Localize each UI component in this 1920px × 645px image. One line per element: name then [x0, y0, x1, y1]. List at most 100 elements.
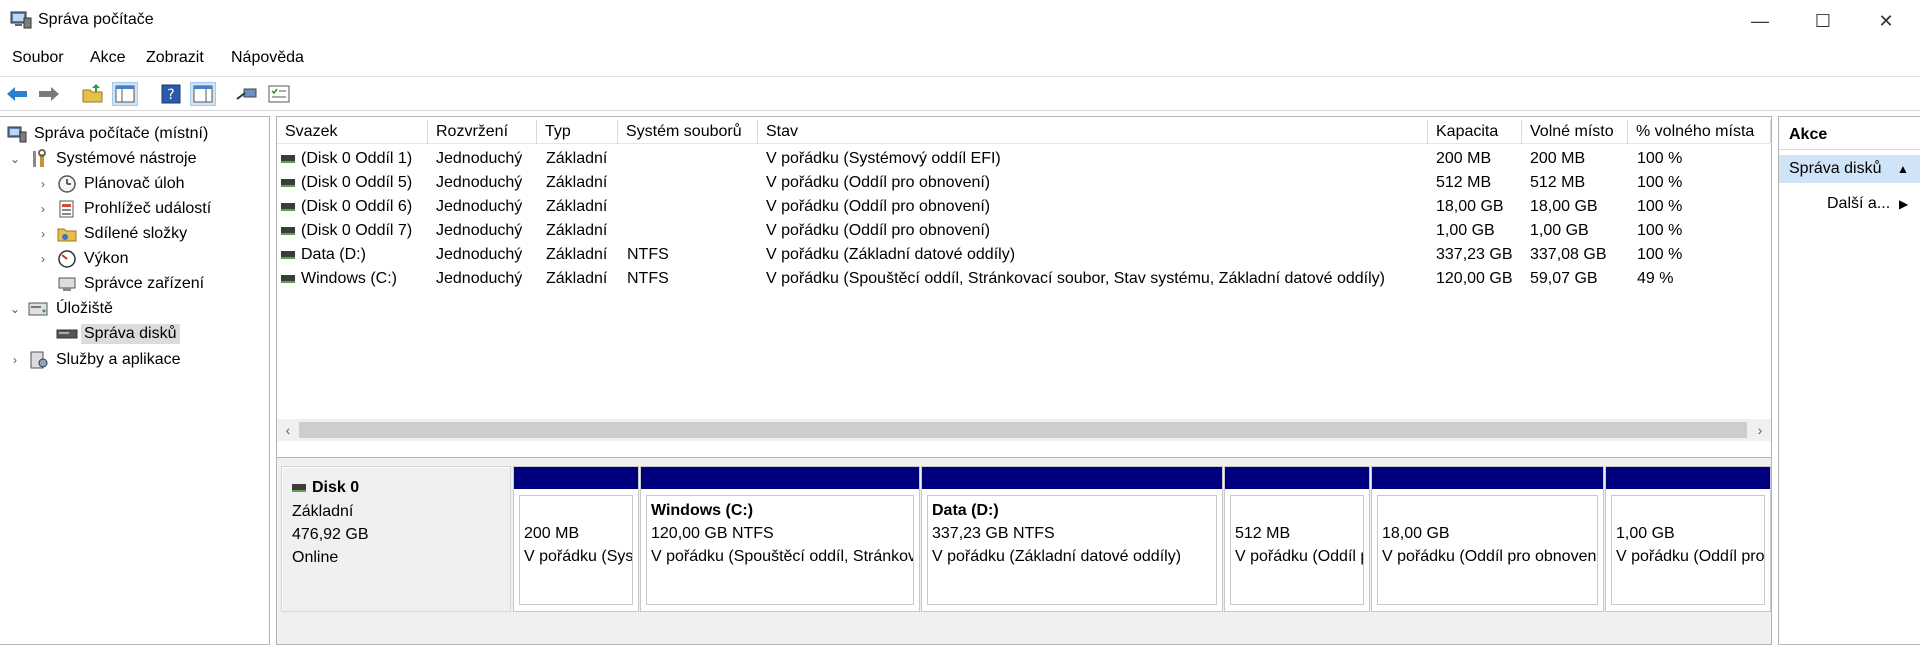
capacity-cell: 1,00 GB [1436, 222, 1495, 239]
free-space-cell: 59,07 GB [1530, 270, 1598, 287]
percent-free-cell: 100 % [1637, 174, 1683, 191]
horizontal-scrollbar[interactable]: ‹ › [277, 419, 1771, 441]
actions-more[interactable]: Další a... ▶ [1779, 191, 1920, 217]
back-arrow-icon[interactable] [4, 82, 30, 106]
console-tree: Správa počítače (místní) ⌄ Systémové nás… [0, 116, 270, 645]
tree-item-shared-folders[interactable]: › Sdílené složky [36, 222, 187, 246]
table-row[interactable]: (Disk 0 Oddíl 5) Jednoduchý Základní V p… [277, 171, 1773, 195]
volume-icon [281, 250, 295, 259]
partition-status: V pořádku (Základní datové oddíly) [932, 548, 1182, 565]
minimize-button[interactable]: — [1730, 0, 1790, 42]
partition-windows[interactable]: Windows (C:) 120,00 GB NTFS V pořádku (S… [640, 466, 920, 612]
chevron-right-icon[interactable]: › [8, 353, 22, 367]
tree-item-label: Správce zařízení [84, 275, 205, 292]
volume-icon [281, 202, 295, 211]
actions-header: Akce [1779, 120, 1920, 150]
chevron-right-icon: ▶ [1899, 197, 1909, 211]
menu-help[interactable]: Nápověda [231, 49, 304, 67]
disk-size: 476,92 GB [292, 526, 369, 543]
partition-recovery-3[interactable]: 1,00 GB V pořádku (Oddíl pro obnovení) [1605, 466, 1771, 612]
tree-item-label: Plánovač úloh [84, 175, 185, 192]
scroll-right-icon[interactable]: › [1751, 421, 1769, 439]
up-folder-icon[interactable] [80, 82, 106, 106]
disk-graph-area: Disk 0 Základní 476,92 GB Online 200 MB … [277, 457, 1771, 644]
free-space-cell: 200 MB [1530, 150, 1586, 167]
column-header-free-space[interactable]: Volné místo [1522, 120, 1628, 144]
close-button[interactable]: ✕ [1856, 0, 1916, 42]
partition-data[interactable]: Data (D:) 337,23 GB NTFS V pořádku (Zákl… [921, 466, 1223, 612]
tree-item-disk-management[interactable]: Správa disků [56, 322, 180, 346]
tree-item-storage[interactable]: ⌄ Úložiště [8, 297, 113, 321]
table-row[interactable]: Windows (C:) Jednoduchý Základní NTFS V … [277, 267, 1773, 291]
partition-name: Data (D:) [932, 502, 999, 519]
menu-file[interactable]: Soubor [12, 49, 64, 67]
table-row[interactable]: (Disk 0 Oddíl 7) Jednoduchý Základní V p… [277, 219, 1773, 243]
chevron-right-icon[interactable]: › [36, 177, 50, 191]
free-space-cell: 512 MB [1530, 174, 1586, 191]
partition-recovery-2[interactable]: 18,00 GB V pořádku (Oddíl pro obnovení) [1371, 466, 1604, 612]
column-header-percent-free[interactable]: % volného místa [1628, 120, 1771, 144]
maximize-button[interactable]: ☐ [1793, 0, 1853, 42]
column-header-status[interactable]: Stav [758, 120, 1428, 144]
partition-recovery-1[interactable]: 512 MB V pořádku (Oddíl pro obnovení) [1224, 466, 1370, 612]
type-cell: Základní [546, 150, 608, 167]
tree-item-services-apps[interactable]: › Služby a aplikace [8, 348, 181, 372]
chevron-right-icon[interactable]: › [36, 227, 50, 241]
partition-body: 512 MB V pořádku (Oddíl pro obnovení) [1230, 495, 1364, 605]
scrollbar-thumb[interactable] [299, 422, 1747, 438]
partition-efi[interactable]: 200 MB V pořádku (Systémový oddíl EFI) [513, 466, 639, 612]
layout-cell: Jednoduchý [436, 198, 523, 215]
volume-name: (Disk 0 Oddíl 1) [301, 150, 413, 167]
column-header-volume[interactable]: Svazek [277, 120, 428, 144]
status-cell: V pořádku (Oddíl pro obnovení) [766, 198, 991, 215]
connect-icon[interactable] [234, 82, 260, 106]
chevron-down-icon[interactable]: ⌄ [8, 152, 22, 166]
menu-action[interactable]: Akce [90, 49, 126, 67]
menu-view[interactable]: Zobrazit [146, 49, 204, 67]
capacity-cell: 120,00 GB [1436, 270, 1513, 287]
properties-icon[interactable] [266, 82, 292, 106]
chevron-right-icon[interactable]: › [36, 252, 50, 266]
volume-list-header: Svazek Rozvržení Typ Systém souborů Stav… [277, 120, 1773, 144]
partition-status: V pořádku (Spouštěcí oddíl, Stránkovací … [651, 548, 914, 565]
tree-item-label: Výkon [84, 250, 129, 267]
tree-item-performance[interactable]: › Výkon [36, 247, 128, 271]
tools-icon [28, 149, 50, 169]
scroll-left-icon[interactable]: ‹ [279, 421, 297, 439]
percent-free-cell: 100 % [1637, 222, 1683, 239]
console-tree-icon[interactable] [112, 82, 138, 106]
partition-body: 18,00 GB V pořádku (Oddíl pro obnovení) [1377, 495, 1598, 605]
chevron-down-icon[interactable]: ⌄ [8, 302, 22, 316]
tree-item-label: Prohlížeč událostí [84, 200, 212, 217]
percent-free-cell: 100 % [1637, 198, 1683, 215]
table-row[interactable]: (Disk 0 Oddíl 6) Jednoduchý Základní V p… [277, 195, 1773, 219]
free-space-cell: 1,00 GB [1530, 222, 1589, 239]
action-pane-icon[interactable] [190, 82, 216, 106]
disk-info[interactable]: Disk 0 Základní 476,92 GB Online [281, 466, 511, 612]
table-row[interactable]: (Disk 0 Oddíl 1) Jednoduchý Základní V p… [277, 147, 1773, 171]
column-header-type[interactable]: Typ [537, 120, 618, 144]
disk-type: Základní [292, 503, 354, 520]
help-icon[interactable]: ? [158, 82, 184, 106]
actions-section-disk-management[interactable]: Správa disků ▲ [1779, 155, 1920, 183]
volume-icon [281, 226, 295, 235]
forward-arrow-icon[interactable] [36, 82, 62, 106]
tree-item-task-scheduler[interactable]: › Plánovač úloh [36, 172, 185, 196]
collapse-arrow-icon[interactable]: ▲ [1897, 155, 1909, 183]
partition-status: V pořádku (Oddíl pro obnovení) [1616, 548, 1765, 565]
tree-item-computer-management[interactable]: Správa počítače (místní) [6, 122, 208, 146]
table-row[interactable]: Data (D:) Jednoduchý Základní NTFS V poř… [277, 243, 1773, 267]
filesystem-cell: NTFS [627, 246, 669, 263]
chevron-right-icon[interactable]: › [36, 202, 50, 216]
status-cell: V pořádku (Základní datové oddíly) [766, 246, 1016, 263]
actions-section-label: Správa disků [1789, 160, 1882, 177]
volume-icon [281, 274, 295, 283]
tree-item-label: Úložiště [56, 300, 113, 317]
tree-item-label: Služby a aplikace [56, 351, 181, 368]
tree-item-device-manager[interactable]: Správce zařízení [56, 272, 204, 296]
tree-item-event-viewer[interactable]: › Prohlížeč událostí [36, 197, 211, 221]
column-header-filesystem[interactable]: Systém souborů [618, 120, 758, 144]
tree-item-system-tools[interactable]: ⌄ Systémové nástroje [8, 147, 197, 171]
column-header-capacity[interactable]: Kapacita [1428, 120, 1522, 144]
column-header-layout[interactable]: Rozvržení [428, 120, 537, 144]
